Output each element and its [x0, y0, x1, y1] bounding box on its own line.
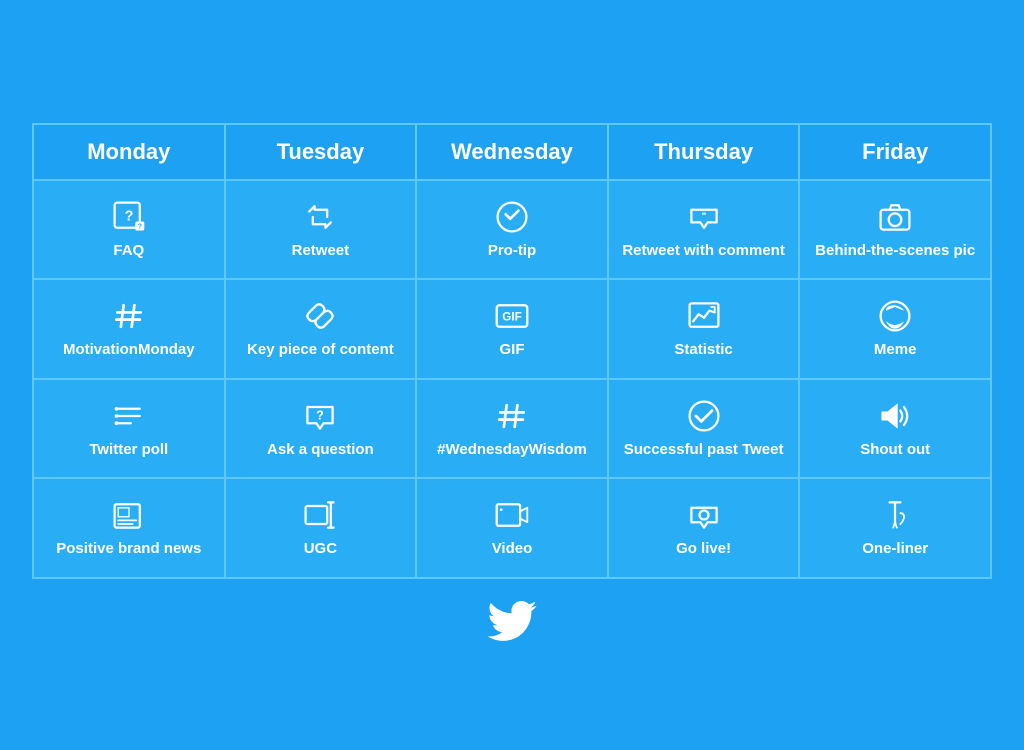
calendar-cell: " Retweet with comment: [608, 180, 800, 280]
question-icon: ?: [302, 398, 338, 434]
cell-label: Successful past Tweet: [619, 440, 789, 460]
calendar-cell: Retweet: [225, 180, 417, 280]
success-icon: [686, 398, 722, 434]
calendar-cell: Statistic: [608, 279, 800, 379]
hashtag-icon: [111, 298, 147, 334]
calendar-cell: UGC: [225, 478, 417, 578]
tweet-calendar: MondayTuesdayWednesdayThursdayFriday ? ?…: [32, 123, 992, 579]
svg-text:?: ?: [137, 221, 141, 230]
calendar-cell: Go live!: [608, 478, 800, 578]
cell-label: Meme: [810, 340, 980, 360]
camera-icon: [877, 199, 913, 235]
cell-label: One-liner: [810, 539, 980, 559]
cell-label: FAQ: [44, 241, 214, 261]
cell-label: #WednesdayWisdom: [427, 440, 597, 460]
statistic-icon: [686, 298, 722, 334]
svg-text:?: ?: [317, 408, 325, 422]
twitter-bird-icon: [487, 601, 537, 641]
calendar-cell: Successful past Tweet: [608, 379, 800, 479]
newspaper-icon: [111, 497, 147, 533]
svg-text:?: ?: [124, 208, 133, 224]
oneliner-icon: [877, 497, 913, 533]
video-icon: [494, 497, 530, 533]
poll-icon: [111, 398, 147, 434]
retweet-comment-icon: ": [686, 199, 722, 235]
cell-label: Statistic: [619, 340, 789, 360]
hashtag-icon: [494, 398, 530, 434]
day-header-tuesday: Tuesday: [225, 124, 417, 180]
protip-icon: [494, 199, 530, 235]
megaphone-icon: [877, 398, 913, 434]
cell-label: Shout out: [810, 440, 980, 460]
camera-video-icon: [686, 497, 722, 533]
cell-label: Ask a question: [236, 440, 406, 460]
calendar-cell: Twitter poll: [33, 379, 225, 479]
meme-icon: [877, 298, 913, 334]
ugc-icon: [302, 497, 338, 533]
cell-label: GIF: [427, 340, 597, 360]
cell-label: Go live!: [619, 539, 789, 559]
day-header-friday: Friday: [799, 124, 991, 180]
day-header-wednesday: Wednesday: [416, 124, 608, 180]
calendar-cell: Key piece of content: [225, 279, 417, 379]
calendar-cell: Meme: [799, 279, 991, 379]
svg-text:GIF: GIF: [502, 311, 521, 324]
calendar-cell: Positive brand news: [33, 478, 225, 578]
cell-label: UGC: [236, 539, 406, 559]
cell-label: Positive brand news: [44, 539, 214, 559]
faq-icon: ? ?: [111, 199, 147, 235]
link-icon: [302, 298, 338, 334]
calendar-cell: Pro-tip: [416, 180, 608, 280]
calendar-cell: Video: [416, 478, 608, 578]
cell-label: Key piece of content: [236, 340, 406, 360]
cell-label: Video: [427, 539, 597, 559]
cell-label: Behind-the-scenes pic: [810, 241, 980, 261]
calendar-cell: GIF GIF: [416, 279, 608, 379]
calendar-cell: #WednesdayWisdom: [416, 379, 608, 479]
cell-label: Retweet with comment: [619, 241, 789, 261]
calendar-cell: Shout out: [799, 379, 991, 479]
twitter-footer: [32, 601, 992, 646]
cell-label: Retweet: [236, 241, 406, 261]
calendar-cell: ? ? FAQ: [33, 180, 225, 280]
cell-label: Pro-tip: [427, 241, 597, 261]
day-header-monday: Monday: [33, 124, 225, 180]
retweet-icon: [302, 199, 338, 235]
cell-label: MotivationMonday: [44, 340, 214, 360]
gif-icon: GIF: [494, 298, 530, 334]
calendar-cell: Behind-the-scenes pic: [799, 180, 991, 280]
calendar-cell: One-liner: [799, 478, 991, 578]
svg-text:": ": [701, 211, 706, 222]
calendar-cell: MotivationMonday: [33, 279, 225, 379]
calendar-cell: ? Ask a question: [225, 379, 417, 479]
day-header-thursday: Thursday: [608, 124, 800, 180]
cell-label: Twitter poll: [44, 440, 214, 460]
page-container: MondayTuesdayWednesdayThursdayFriday ? ?…: [12, 75, 1012, 676]
